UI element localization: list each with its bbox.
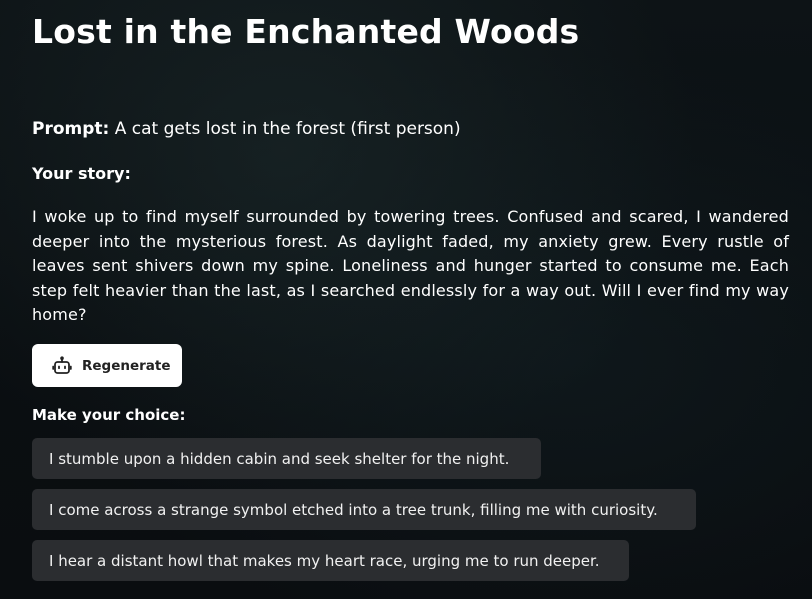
choice-option-2[interactable]: I come across a strange symbol etched in… — [32, 489, 696, 530]
regenerate-button[interactable]: Regenerate — [32, 344, 182, 387]
robot-icon — [52, 355, 72, 376]
choice-label: Make your choice: — [32, 406, 186, 424]
prompt-label: Prompt: — [32, 119, 110, 139]
prompt-line: Prompt: A cat gets lost in the forest (f… — [32, 119, 461, 139]
choice-option-1[interactable]: I stumble upon a hidden cabin and seek s… — [32, 438, 541, 479]
regenerate-label: Regenerate — [82, 357, 171, 374]
prompt-text: A cat gets lost in the forest (first per… — [109, 119, 461, 139]
story-label: Your story: — [32, 164, 131, 183]
story-text: I woke up to find myself surrounded by t… — [32, 207, 789, 324]
page-title: Lost in the Enchanted Woods — [32, 12, 580, 51]
choice-option-3[interactable]: I hear a distant howl that makes my hear… — [32, 540, 629, 581]
